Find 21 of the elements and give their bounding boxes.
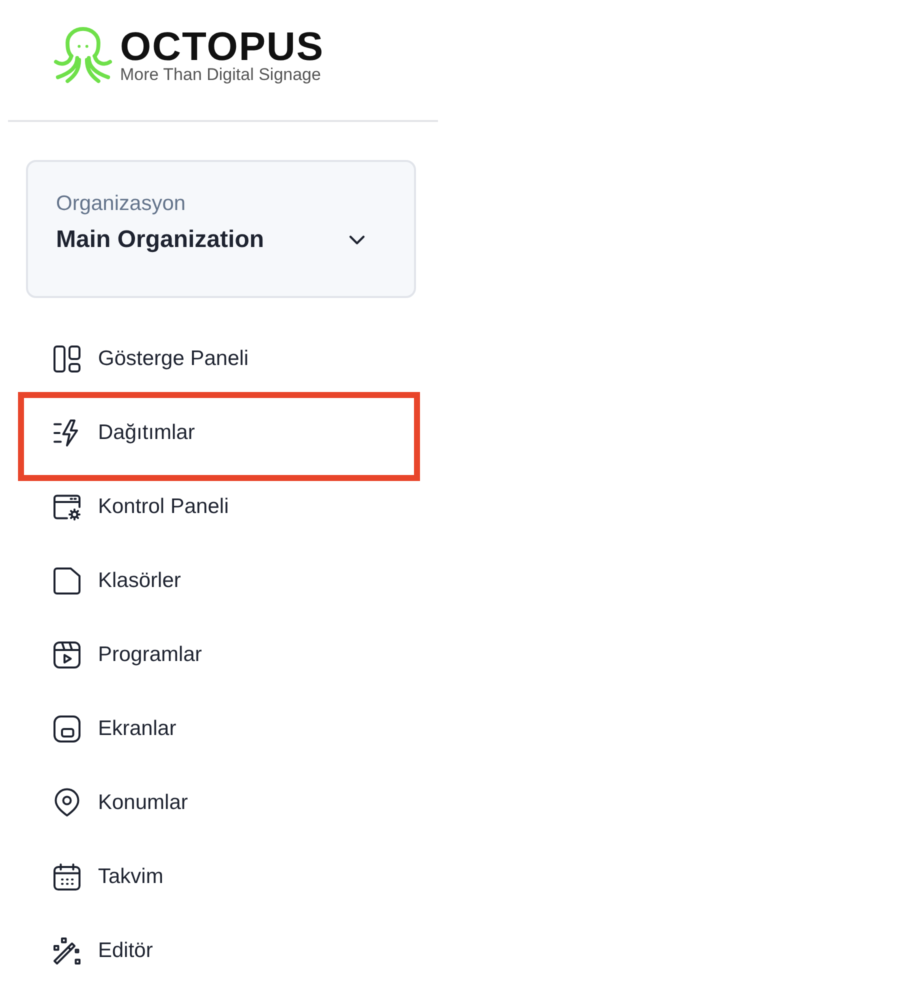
location-pin-icon — [52, 788, 82, 818]
nav-item[interactable]: Ekranlar — [52, 692, 176, 766]
nav-item[interactable]: Takvim — [52, 840, 164, 914]
folder-icon — [52, 566, 82, 596]
organization-selector[interactable]: Organizasyon Main Organization — [26, 160, 416, 298]
logo-wordmark: OCTOPUS — [120, 28, 324, 66]
nav-item[interactable]: Editör — [52, 914, 153, 988]
nav-item[interactable]: Programlar — [52, 618, 202, 692]
nav-item[interactable]: Gösterge Paneli — [52, 322, 249, 396]
nav-item[interactable]: Klasörler — [52, 544, 181, 618]
nav-item[interactable]: Dağıtımlar — [52, 396, 195, 470]
screen-icon — [52, 714, 82, 744]
logo-tagline: More Than Digital Signage — [120, 66, 322, 84]
nav-item[interactable]: Konumlar — [52, 766, 188, 840]
video-icon — [52, 640, 82, 670]
nav-item[interactable]: Kontrol Paneli — [52, 470, 229, 544]
octopus-logo-icon — [52, 27, 114, 85]
window-gear-icon — [52, 492, 82, 522]
calendar-icon — [52, 862, 82, 892]
magic-wand-icon — [52, 936, 82, 966]
layout-icon — [52, 344, 82, 374]
